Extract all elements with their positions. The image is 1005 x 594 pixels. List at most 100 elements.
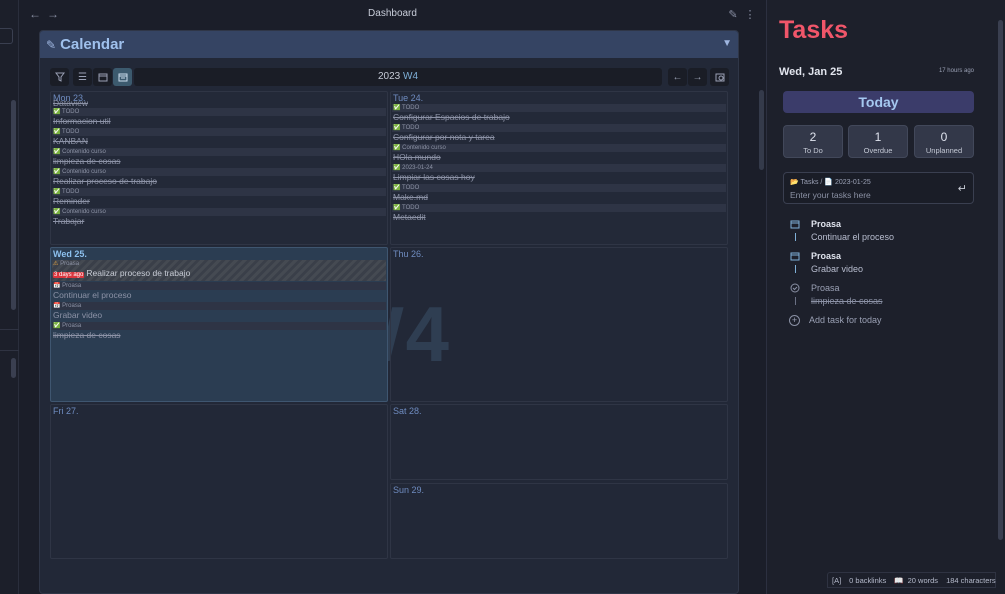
tab-header: ← → Dashboard ✎ ⋮ <box>19 0 766 28</box>
week-view-icon[interactable] <box>113 68 132 86</box>
task-tag-label: Proasa <box>60 261 80 267</box>
enter-icon[interactable]: ↵ <box>958 182 967 195</box>
task-tag: ✅ TODO <box>392 184 726 192</box>
task-connector <box>795 297 796 305</box>
task-item[interactable]: ✅ Proasa limpieza de cosas <box>52 322 386 341</box>
task-tag-label: TODO <box>402 205 420 211</box>
task-tag: ✅ Proasa <box>52 322 386 330</box>
day-cell-tue[interactable]: Tue 24. ✅ TODO Configurar Espacios de tr… <box>390 91 728 245</box>
check-icon: ✅ <box>53 109 61 115</box>
day-cell-wed[interactable]: Wed 25. ⚠ Proasa 3 days ago Realizar proc… <box>50 247 388 402</box>
task-text-label: Realizar proceso de trabajo <box>86 268 191 278</box>
task-item[interactable]: ✅ Contenido curso Realizar proceso de tr… <box>52 168 386 187</box>
chevron-down-icon[interactable]: ▼ <box>722 38 732 49</box>
scrollbar-thumb[interactable] <box>998 20 1003 540</box>
task-tag-label: Proasa <box>62 283 82 289</box>
task-tag-label: Contenido curso <box>62 149 106 155</box>
today-calendar-icon[interactable] <box>710 68 729 86</box>
task-tag-label: TODO <box>62 129 80 135</box>
task-item[interactable]: ✅ TODO KANBAN <box>52 128 386 147</box>
task-input-placeholder[interactable]: Enter your tasks here <box>790 190 871 200</box>
check-icon: ✅ <box>393 205 401 211</box>
divider <box>0 350 19 351</box>
filter-icon[interactable] <box>50 68 69 86</box>
day-label: Sat 28. <box>393 406 422 416</box>
stat-todo[interactable]: 2 To Do <box>783 125 843 158</box>
day-label: Wed 25. <box>53 249 87 259</box>
task-project: Proasa <box>811 283 840 293</box>
editor-mode[interactable]: [A] <box>832 576 841 585</box>
task-text: Trabajar <box>53 216 85 226</box>
day-cell-sat[interactable]: Sat 28. <box>390 404 728 480</box>
task-item[interactable]: ✅ TODO Informacion util <box>52 108 386 127</box>
task-tag: 📅 Proasa <box>52 282 386 290</box>
check-icon: ✅ <box>53 169 61 175</box>
add-task-button[interactable]: + Add task for today <box>789 315 882 326</box>
period-year: 2023 <box>377 71 401 82</box>
updated-timestamp: 17 hours ago <box>938 68 974 74</box>
stat-label: Overdue <box>863 146 893 155</box>
left-scrollbar-lower[interactable] <box>11 358 16 378</box>
task-item[interactable]: ✅ Contenido curso limpieza de cosas <box>52 148 386 167</box>
day-cell-fri[interactable]: Fri 27. <box>50 404 388 559</box>
tasks-pane: Tasks Wed, Jan 25 17 hours ago Today 2 T… <box>766 0 1005 594</box>
task-item[interactable]: ✅ TODO Reminder <box>52 188 386 207</box>
task-tag-label: Proasa <box>62 303 82 309</box>
task-item-overdue[interactable]: ⚠ Proasa 3 days ago Realizar proceso de t… <box>52 260 386 281</box>
word-count: 20 words <box>907 575 939 585</box>
task-tag-label: Proasa <box>62 323 82 329</box>
editor-scrollbar[interactable] <box>759 90 764 170</box>
day-cell-mon[interactable]: Mon 23. Dataview ✅ TODO Informacion util… <box>50 91 388 245</box>
task-project: Proasa <box>811 251 842 261</box>
task-description: Continuar el proceso <box>811 232 895 242</box>
task-item[interactable]: ✅ 2023-01-24 Limpiar las cosas hoy <box>392 164 726 183</box>
stat-unplanned[interactable]: 0 Unplanned <box>914 125 974 158</box>
path-folder: Tasks <box>800 179 819 186</box>
task-input-box[interactable]: 📂 Tasks / 📄 2023-01-25 Enter your tasks … <box>783 172 974 204</box>
task-item[interactable]: ✅ Contenido curso HOla mundo <box>392 144 726 163</box>
task-project: Proasa <box>811 219 842 229</box>
char-count: 184 characters <box>946 575 996 585</box>
task-text: Dataview <box>53 100 88 107</box>
status-bar: [A] 0 backlinks 📖 20 words 184 character… <box>827 572 996 588</box>
check-icon: ✅ <box>53 209 61 215</box>
month-view-icon[interactable] <box>93 68 112 86</box>
backlinks-count[interactable]: 0 backlinks <box>849 576 886 585</box>
task-item[interactable]: 📅 Proasa Continuar el proceso <box>52 282 386 301</box>
prev-arrow-icon[interactable]: ← <box>668 68 687 86</box>
left-scrollbar[interactable] <box>11 100 16 310</box>
task-item[interactable]: ✅ TODO Make.md <box>392 184 726 203</box>
today-button[interactable]: Today <box>783 91 974 113</box>
task-tag-label: Contenido curso <box>402 145 446 151</box>
more-options-icon[interactable]: ⋮ <box>742 6 758 22</box>
left-sidebar-tab[interactable] <box>0 28 13 44</box>
day-cell-sun[interactable]: Sun 29. <box>390 483 728 559</box>
task-text: Configurar por nota y tarea <box>393 132 495 142</box>
edit-icon[interactable]: ✎ <box>725 6 741 22</box>
task-tag: ✅ TODO <box>52 188 386 196</box>
stat-value: 0 <box>940 130 948 144</box>
task-text: 3 days ago Realizar proceso de trabajo <box>52 268 386 281</box>
task-tag: ✅ TODO <box>392 104 726 112</box>
list-view-icon[interactable]: ☰ <box>73 68 92 86</box>
day-cell-thu[interactable]: Thu 26. <box>390 247 728 402</box>
task-text: Realizar proceso de trabajo <box>53 176 157 186</box>
pencil-icon: ✎ <box>46 37 57 52</box>
task-item[interactable]: ✅ TODO Metaedit <box>392 204 726 223</box>
stat-overdue[interactable]: 1 Overdue <box>848 125 908 158</box>
tasks-scrollbar[interactable] <box>997 0 1005 594</box>
task-item[interactable]: 📅 Proasa Grabar video <box>52 302 386 321</box>
calendar-icon: 📅 <box>53 283 61 289</box>
task-item[interactable]: ✅ Contenido curso Trabajar <box>52 208 386 227</box>
task-tag-label: TODO <box>402 185 420 191</box>
task-item[interactable]: ✅ TODO Configurar Espacios de trabajo <box>392 104 726 123</box>
calendar-header[interactable]: ✎ Calendar ▼ <box>40 31 738 58</box>
task-item[interactable]: Dataview <box>52 100 386 107</box>
next-arrow-icon[interactable]: → <box>688 68 707 86</box>
task-text: Limpiar las cosas hoy <box>393 172 475 182</box>
file-icon: 📄 <box>824 179 834 186</box>
task-tag: ✅ Contenido curso <box>52 208 386 216</box>
task-item[interactable]: ✅ TODO Configurar por nota y tarea <box>392 124 726 143</box>
check-icon: ✅ <box>393 165 401 171</box>
task-text: Reminder <box>53 196 90 206</box>
